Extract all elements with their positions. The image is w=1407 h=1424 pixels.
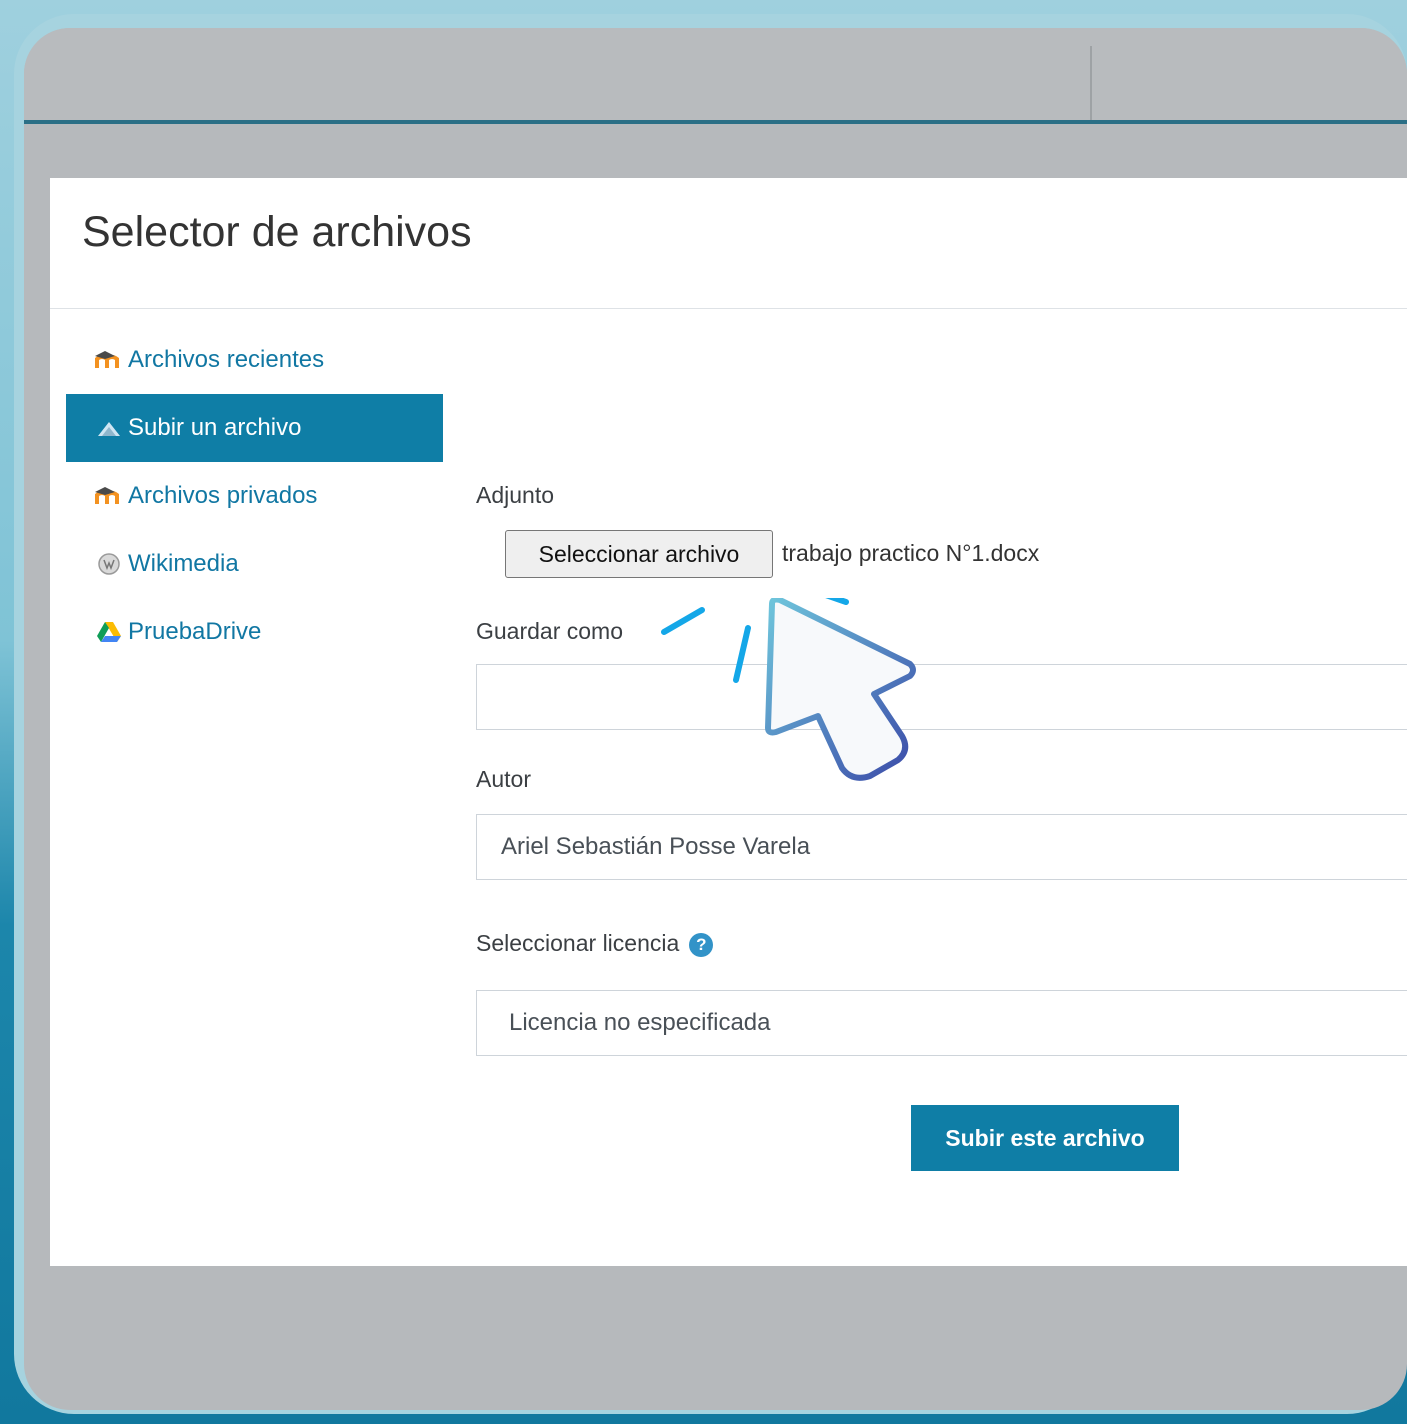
attachment-label: Adjunto [476,482,555,508]
choose-file-button[interactable]: Seleccionar archivo [505,530,773,578]
sidebar-item-label: PruebaDrive [128,618,262,645]
screen: Selector de archivos Archivos recientes … [24,28,1407,1410]
help-icon[interactable]: ? [689,932,714,957]
wikimedia-icon [94,552,124,576]
save-as-field[interactable] [476,664,1407,730]
sidebar-item-label: Archivos recientes [128,346,325,373]
sidebar-item-archivos-recientes[interactable]: Archivos recientes [66,326,443,394]
google-drive-icon [94,620,124,644]
sidebar-item-label: Subir un archivo [128,414,302,441]
top-navbar [24,28,1407,124]
sidebar-item-pruebadrive[interactable]: PruebaDrive [66,598,443,666]
dialog-header-divider [50,308,1407,309]
license-select[interactable]: Licencia no especificada [476,990,1407,1056]
moodle-icon [94,484,124,508]
dialog-title: Selector de archivos [82,208,472,256]
license-label-text: Seleccionar licencia [476,930,680,956]
sidebar-item-subir-un-archivo[interactable]: Subir un archivo [66,394,443,462]
chosen-file-name: trabajo practico N°1.docx [782,540,1040,566]
author-field[interactable]: Ariel Sebastián Posse Varela [476,814,1407,880]
sidebar-item-label: Wikimedia [128,550,239,577]
navbar-divider [1090,46,1092,120]
sidebar-item-archivos-privados[interactable]: Archivos privados [66,462,443,530]
license-label: Seleccionar licencia? [476,930,714,957]
file-picker-dialog: Selector de archivos Archivos recientes … [50,178,1407,1266]
sidebar-item-label: Archivos privados [128,482,318,509]
cursor-click-icon [661,598,916,781]
upload-icon [94,416,124,440]
save-as-label: Guardar como [476,618,624,644]
sidebar-item-wikimedia[interactable]: Wikimedia [66,530,443,598]
moodle-icon [94,348,124,372]
author-label: Autor [476,766,531,792]
upload-file-button[interactable]: Subir este archivo [911,1105,1179,1171]
